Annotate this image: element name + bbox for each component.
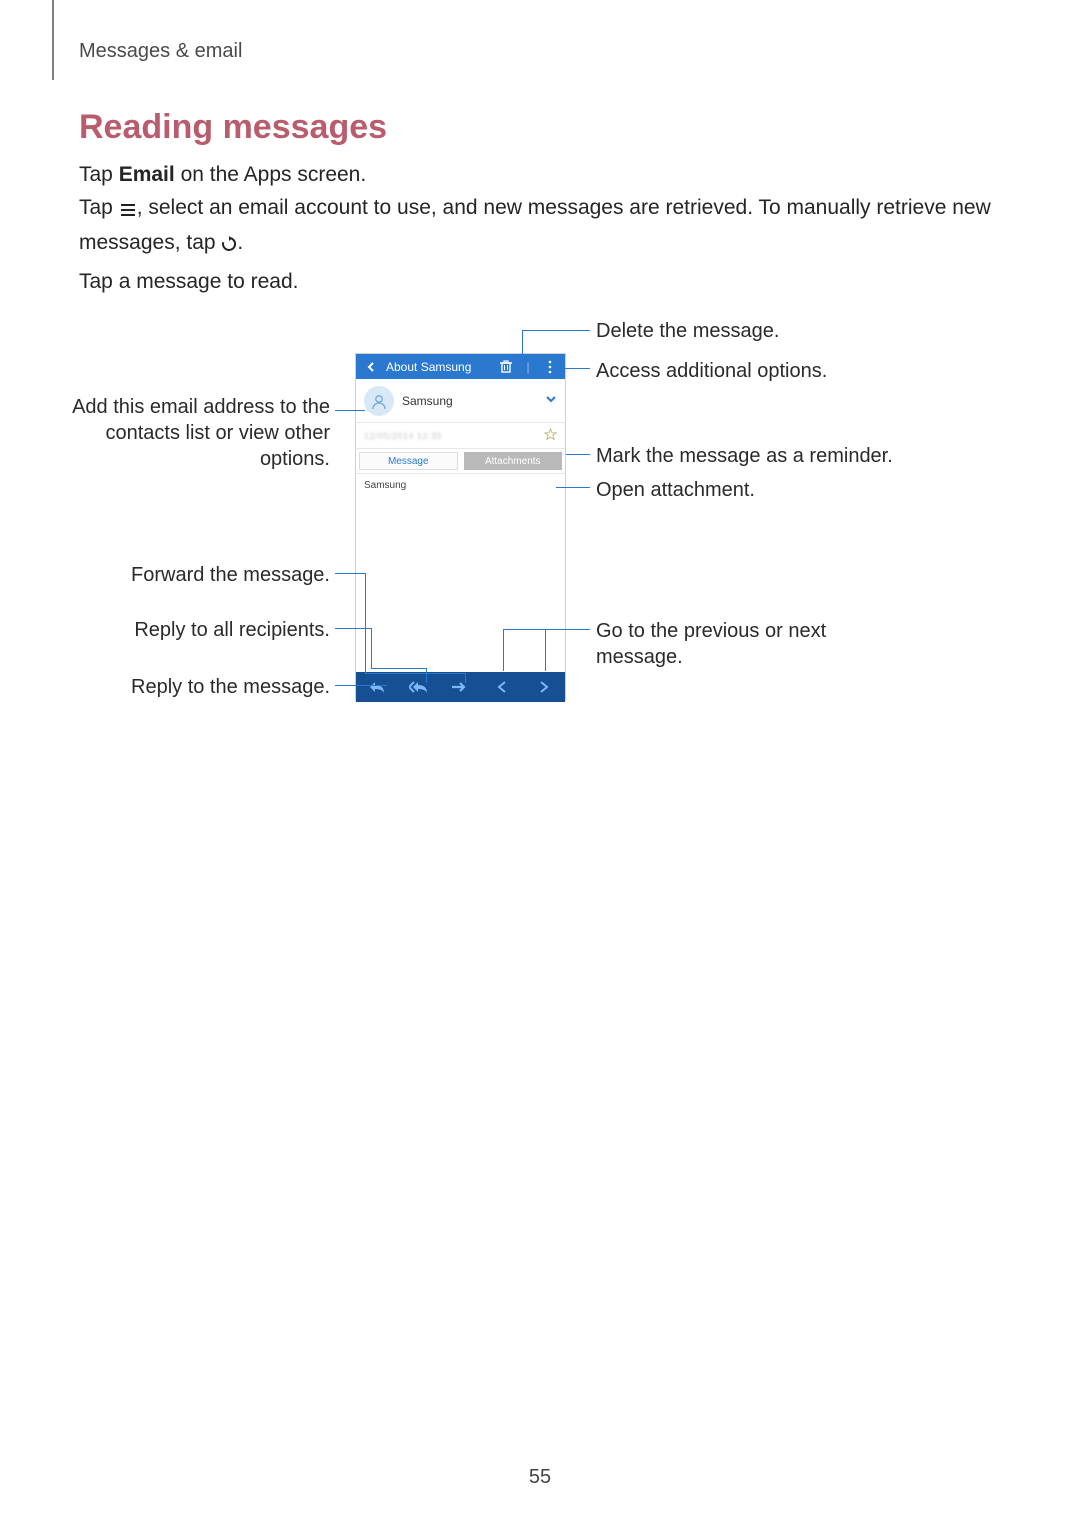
paragraph-2: Tap , select an email account to use, an…	[79, 192, 1001, 262]
p1-bold: Email	[119, 163, 175, 186]
lead-line	[545, 629, 546, 671]
drawer-icon	[119, 195, 137, 227]
sender-name: Samsung	[402, 394, 537, 408]
lead-line	[371, 668, 426, 669]
page-number: 55	[0, 1466, 1080, 1489]
callout-delete: Delete the message.	[596, 318, 779, 344]
p2-post: .	[237, 231, 243, 254]
topbar-title: About Samsung	[384, 360, 493, 374]
paragraph-3: Tap a message to read.	[79, 270, 298, 294]
paragraph-1: Tap Email on the Apps screen.	[79, 160, 366, 190]
lead-line	[365, 673, 465, 674]
running-head: Messages & email	[79, 40, 242, 63]
app-topbar: About Samsung |	[356, 354, 565, 379]
message-body: Samsung	[356, 474, 565, 672]
lead-line	[465, 673, 466, 683]
lead-line	[335, 685, 387, 686]
star-icon[interactable]	[544, 428, 557, 444]
lead-line	[371, 628, 372, 668]
tab-message[interactable]: Message	[359, 452, 458, 470]
lead-line	[566, 454, 590, 455]
forward-icon[interactable]	[448, 681, 472, 693]
p2-pre: Tap	[79, 196, 119, 219]
tabs-row: Message Attachments	[356, 449, 565, 474]
lead-line	[426, 668, 427, 683]
callout-more: Access additional options.	[596, 358, 827, 384]
p2-mid: , select an email account to use, and ne…	[79, 196, 991, 254]
trash-icon[interactable]	[497, 358, 515, 376]
avatar[interactable]	[364, 386, 394, 416]
chevron-down-icon[interactable]	[545, 392, 557, 410]
callout-attachment: Open attachment.	[596, 477, 755, 503]
timestamp: 12/05/2014 12:35	[364, 431, 442, 441]
back-icon[interactable]	[362, 358, 380, 376]
p1-post: on the Apps screen.	[175, 163, 366, 186]
lead-line	[556, 487, 590, 488]
callout-reply: Reply to the message.	[60, 674, 330, 700]
margin-rule	[52, 0, 54, 80]
lead-line	[335, 573, 365, 574]
next-icon[interactable]	[532, 681, 556, 693]
more-icon[interactable]	[541, 358, 559, 376]
callout-contact: Add this email address to the contacts l…	[60, 394, 330, 472]
reply-all-icon[interactable]	[407, 681, 431, 693]
lead-line	[365, 573, 366, 673]
bottombar	[356, 672, 565, 702]
meta-row: 12/05/2014 12:35	[356, 423, 565, 449]
reply-icon[interactable]	[365, 681, 389, 693]
lead-line	[335, 410, 365, 411]
sender-row[interactable]: Samsung	[356, 379, 565, 423]
lead-line	[565, 368, 590, 369]
lead-line	[503, 629, 590, 630]
tab-attachments[interactable]: Attachments	[464, 452, 563, 470]
lead-line	[522, 330, 523, 354]
lead-line	[522, 330, 590, 331]
refresh-icon	[221, 230, 237, 262]
lead-line	[503, 629, 504, 671]
callout-replyall: Reply to all recipients.	[60, 617, 330, 643]
divider-icon: |	[519, 358, 537, 376]
prev-icon[interactable]	[490, 681, 514, 693]
callout-forward: Forward the message.	[60, 562, 330, 588]
lead-line	[335, 628, 371, 629]
callout-prevnext: Go to the previous or next message.	[596, 618, 856, 670]
section-heading: Reading messages	[79, 108, 387, 147]
email-app-mock: About Samsung | Samsung 12/05/2014 12:35	[355, 353, 566, 701]
callout-star: Mark the message as a reminder.	[596, 443, 893, 469]
p1-pre: Tap	[79, 163, 119, 186]
